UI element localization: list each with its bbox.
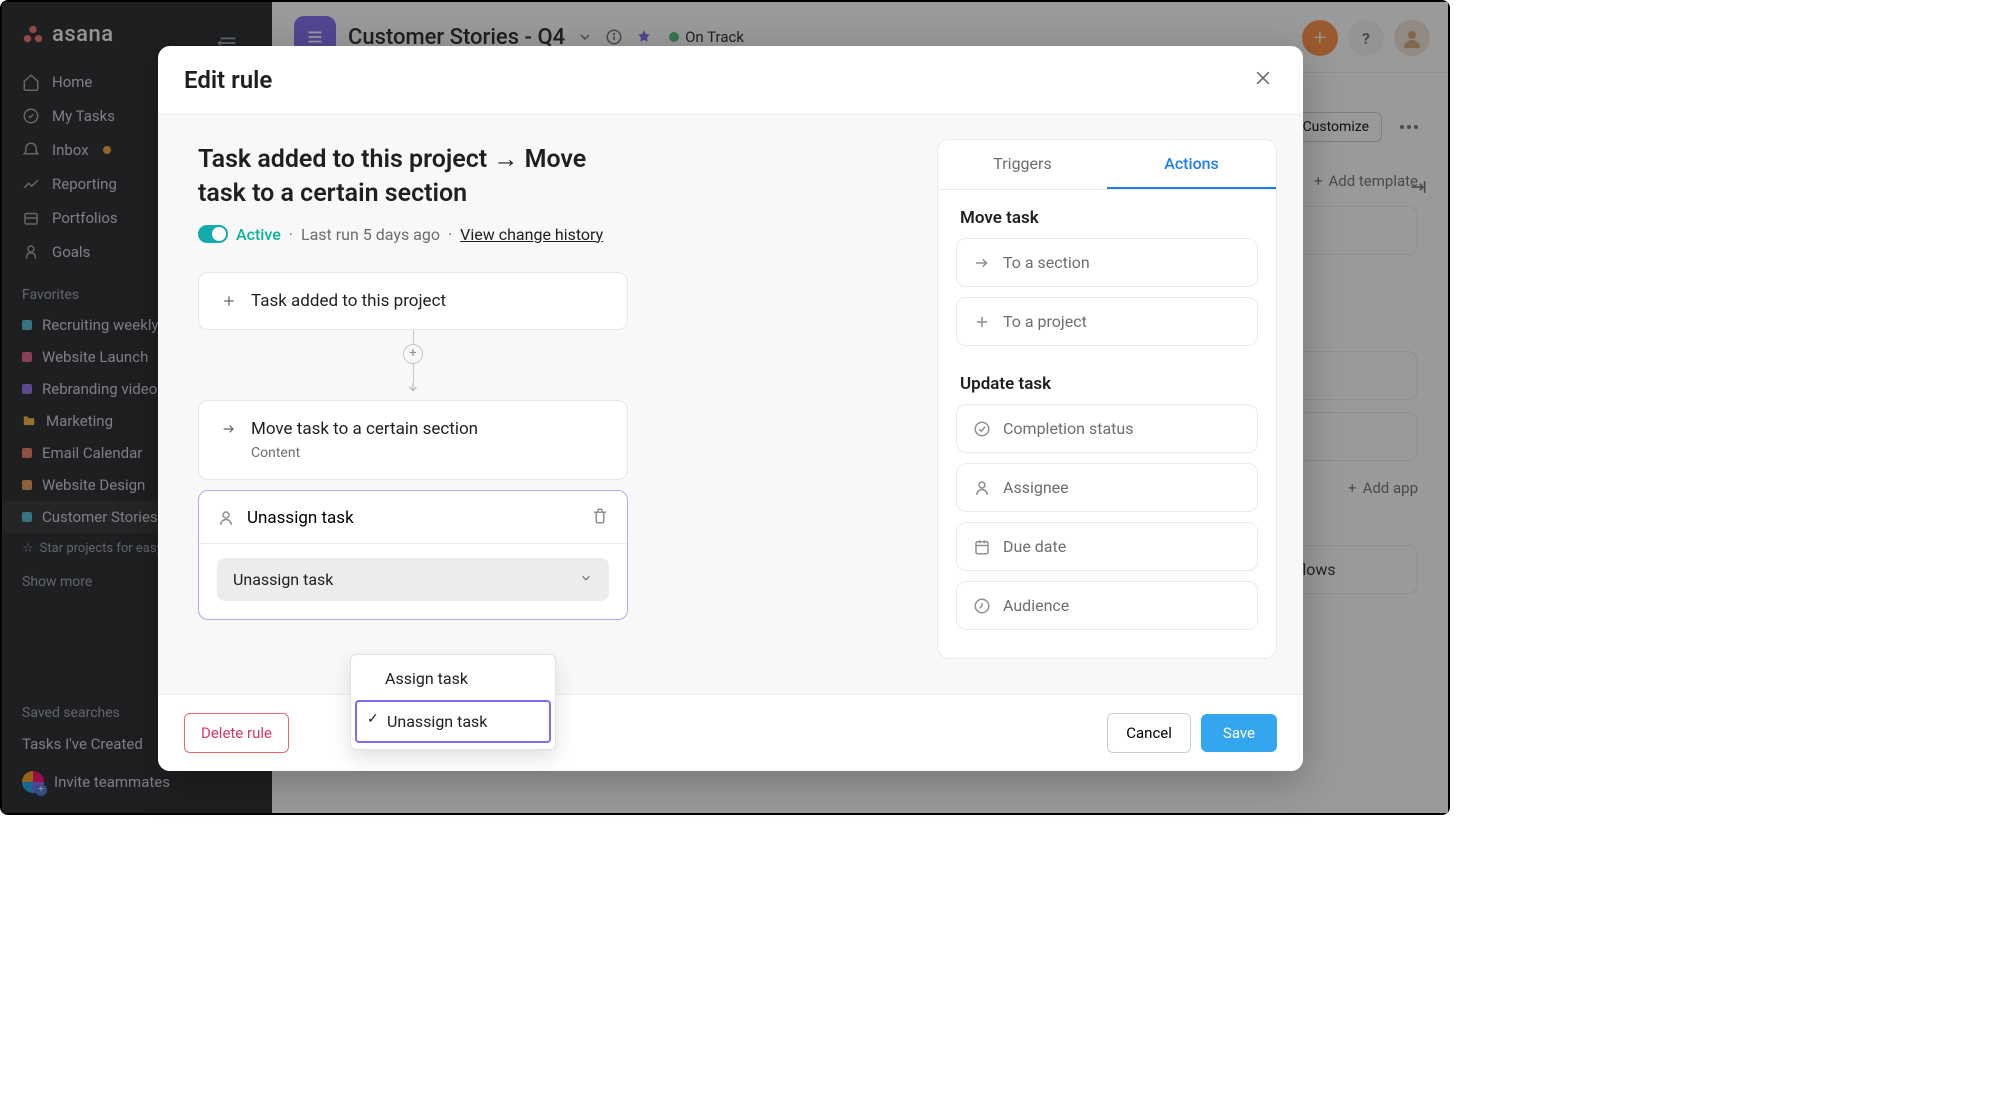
flow-connector: + xyxy=(198,330,628,400)
assignee-mode-dropdown: Assign task Unassign task xyxy=(350,654,556,750)
action-detail: Content xyxy=(251,445,605,461)
modal-title: Edit rule xyxy=(184,66,272,94)
tab-actions[interactable]: Actions xyxy=(1107,140,1276,189)
action-due-date[interactable]: Due date xyxy=(956,522,1258,571)
view-history-link[interactable]: View change history xyxy=(460,225,603,244)
delete-rule-button[interactable]: Delete rule xyxy=(184,713,289,753)
delete-action-icon[interactable] xyxy=(591,507,609,529)
person-icon xyxy=(217,509,235,527)
add-step-button[interactable]: + xyxy=(403,344,423,364)
rule-flow: Task added to this project + Move task t… xyxy=(198,272,628,620)
arrow-down-icon xyxy=(406,380,420,394)
modal-body: Task added to this project → Move task t… xyxy=(158,115,1303,694)
action-to-section[interactable]: To a section xyxy=(956,238,1258,287)
action-assignee[interactable]: Assignee xyxy=(956,463,1258,512)
rule-editor: Task added to this project → Move task t… xyxy=(158,115,937,694)
save-button[interactable]: Save xyxy=(1201,714,1277,752)
chevron-down-icon xyxy=(579,570,593,589)
actions-panel: Triggers Actions Move task To a section … xyxy=(937,139,1277,659)
action-audience[interactable]: Audience xyxy=(956,581,1258,630)
group-move-task: Move task xyxy=(938,190,1276,238)
arrow-right-icon xyxy=(221,421,237,437)
tab-triggers[interactable]: Triggers xyxy=(938,140,1107,189)
active-toggle[interactable] xyxy=(198,225,228,243)
rule-meta: Active · Last run 5 days ago · View chan… xyxy=(198,225,897,244)
option-assign-task[interactable]: Assign task xyxy=(351,659,555,698)
action-to-project[interactable]: To a project xyxy=(956,297,1258,346)
action-name: Unassign task xyxy=(247,508,354,528)
rule-title: Task added to this project → Move task t… xyxy=(198,143,618,211)
edit-rule-modal: Edit rule Task added to this project → M… xyxy=(158,46,1303,771)
active-label: Active xyxy=(236,225,281,244)
panel-tabs: Triggers Actions xyxy=(938,140,1276,190)
trigger-node[interactable]: Task added to this project xyxy=(198,272,628,330)
action-node-unassign: Unassign task Unassign task xyxy=(198,490,628,620)
action-completion[interactable]: Completion status xyxy=(956,404,1258,453)
action-node-move[interactable]: Move task to a certain section Content xyxy=(198,400,628,480)
last-run: Last run 5 days ago xyxy=(301,225,440,244)
option-unassign-task[interactable]: Unassign task xyxy=(355,700,551,743)
modal-footer: Delete rule Cancel Save xyxy=(158,694,1303,771)
plus-icon xyxy=(221,293,237,309)
group-update-task: Update task xyxy=(938,356,1276,404)
close-icon[interactable] xyxy=(1249,64,1277,96)
cancel-button[interactable]: Cancel xyxy=(1107,713,1191,753)
assignee-mode-select[interactable]: Unassign task xyxy=(217,558,609,601)
modal-header: Edit rule xyxy=(158,46,1303,115)
